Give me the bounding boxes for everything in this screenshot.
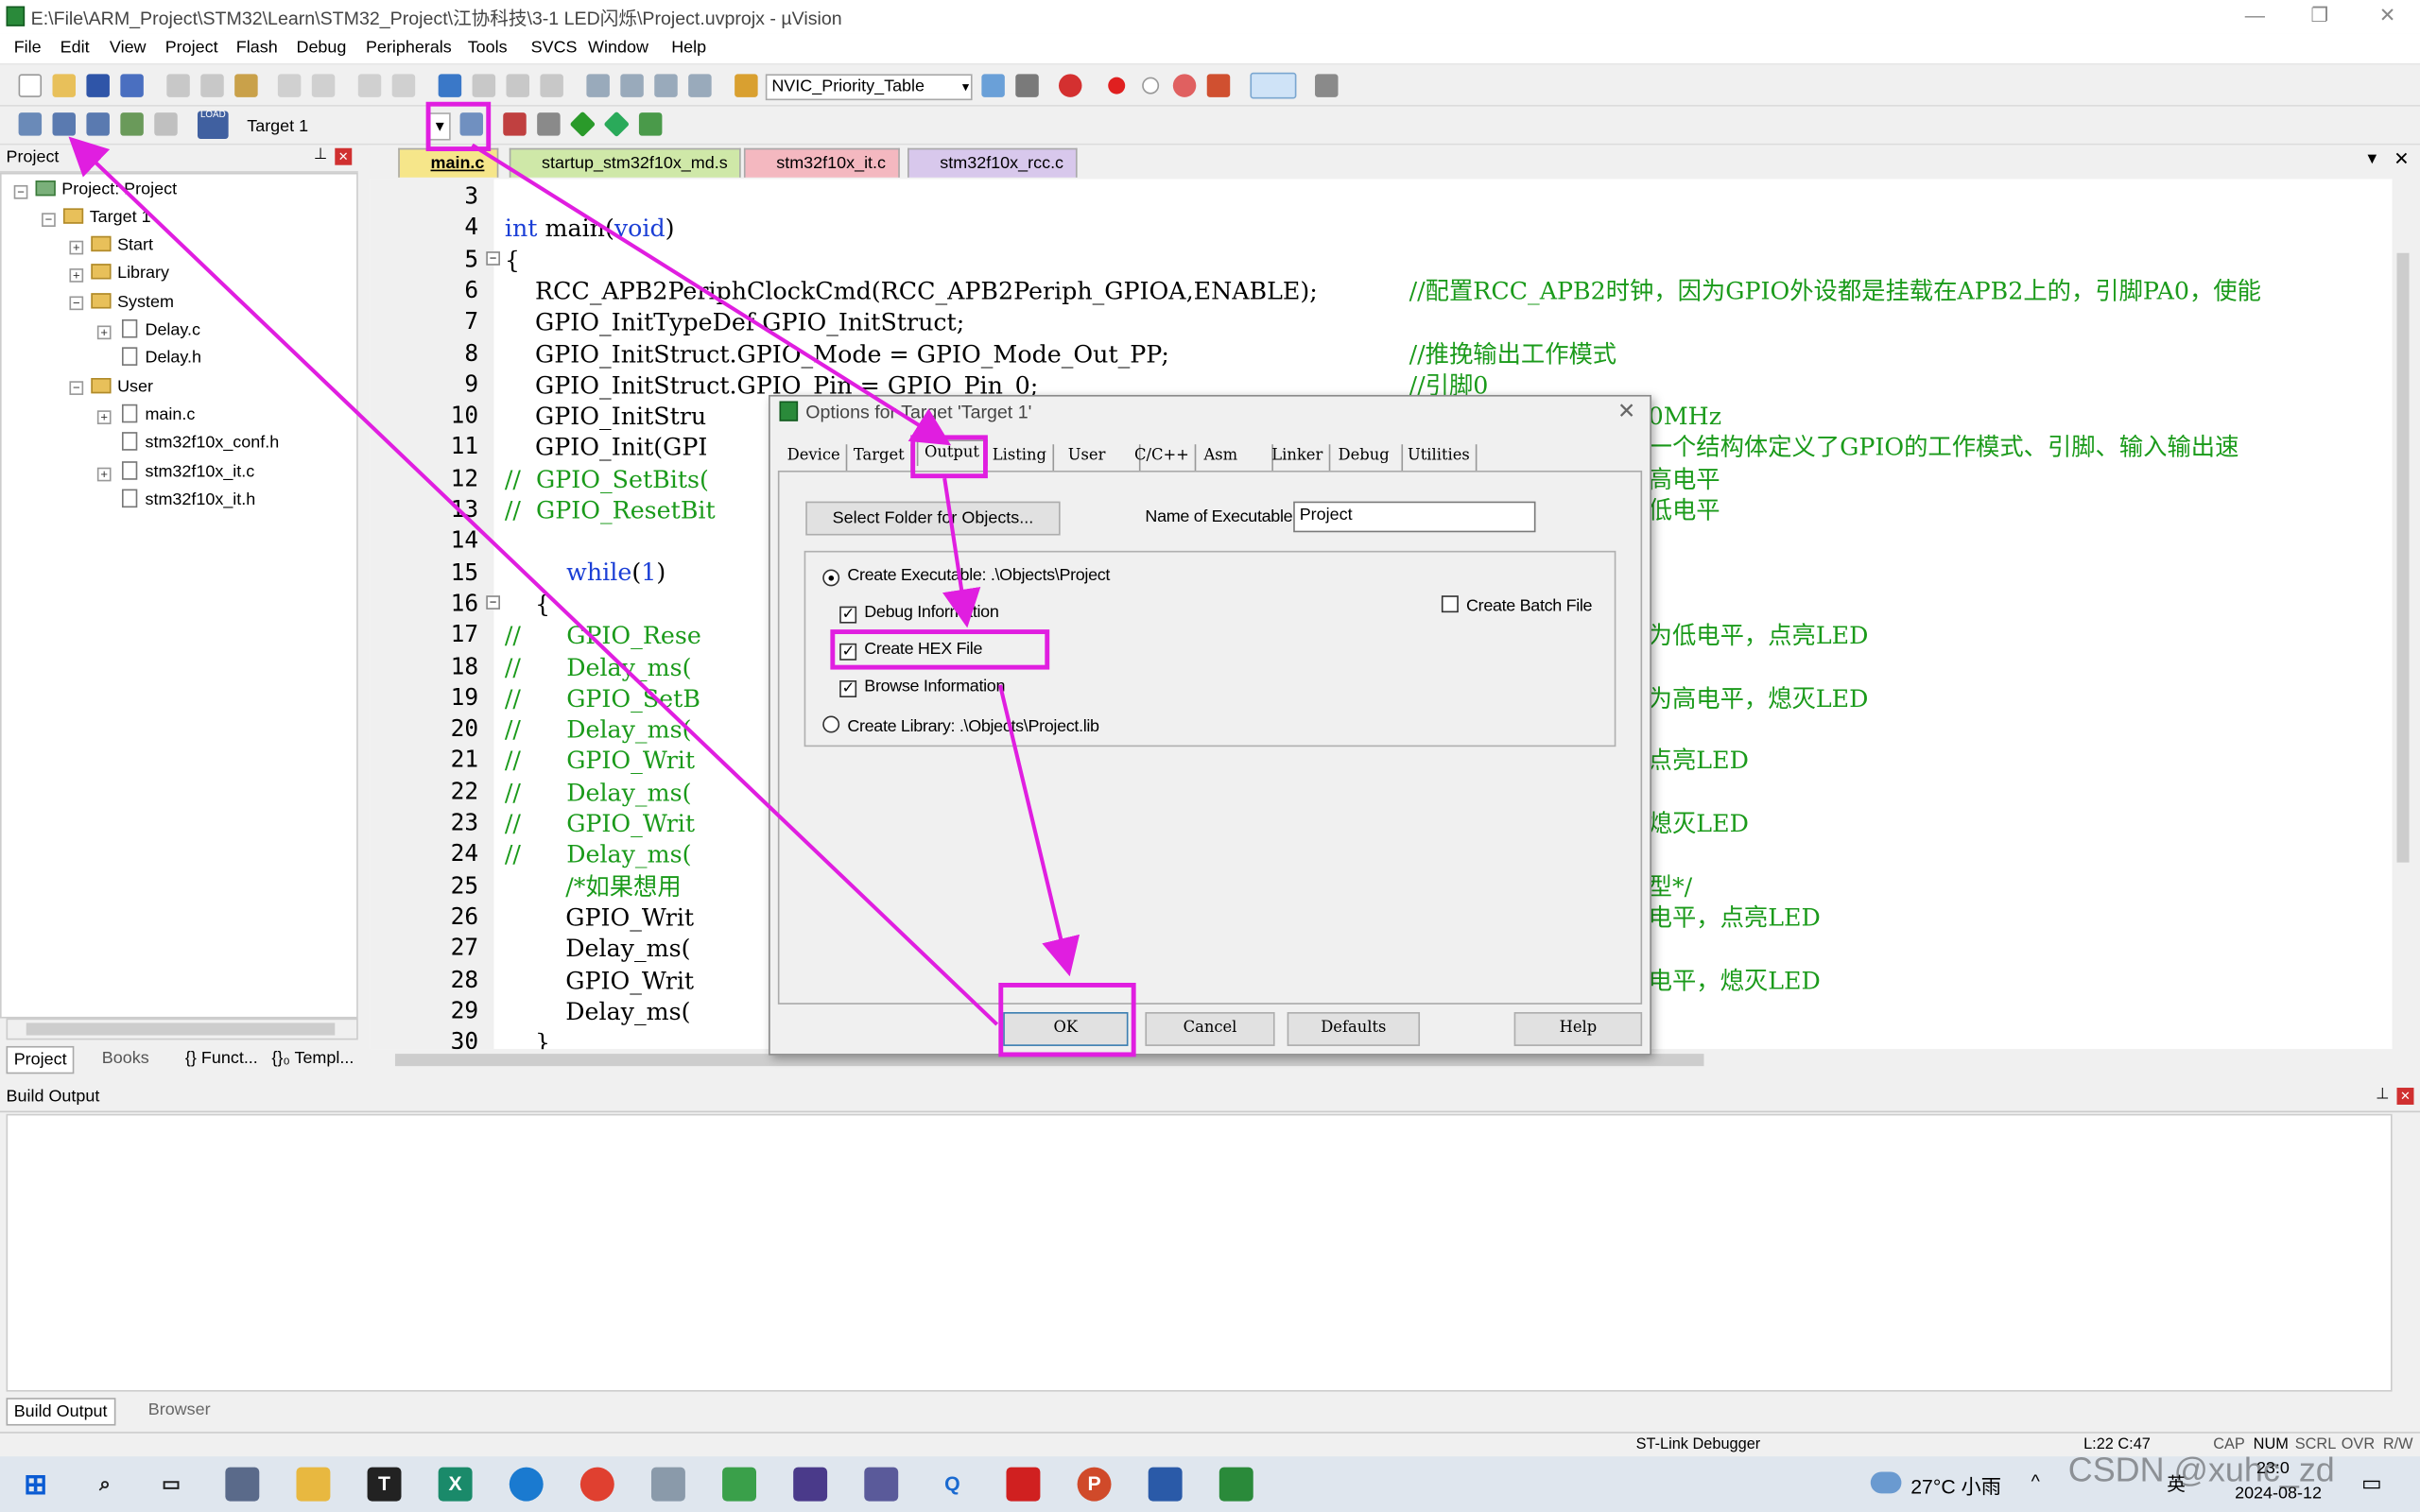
arrow-to-create-hex: [942, 477, 981, 628]
powerpoint-icon[interactable]: P: [1077, 1467, 1112, 1502]
edge-icon[interactable]: [509, 1467, 544, 1502]
app-icon-grid[interactable]: [864, 1467, 899, 1502]
start-icon[interactable]: ⊞: [19, 1468, 53, 1502]
taskbar: ⊞ ⌕ ▭ T X Q P 27°C 小雨 ^ 英 23:0 2024-08-1…: [0, 1451, 2420, 1512]
watermark: CSDN @xuhc_zd: [2067, 1450, 2335, 1489]
search-icon[interactable]: ⌕: [88, 1468, 122, 1502]
pdf-icon[interactable]: [1006, 1467, 1041, 1502]
arrow-to-output-tab: [471, 143, 952, 446]
tex-icon[interactable]: [793, 1467, 828, 1502]
magnifier-icon[interactable]: Q: [935, 1468, 969, 1502]
task-view-icon[interactable]: ▭: [154, 1468, 188, 1502]
file-explorer-icon[interactable]: [296, 1467, 331, 1502]
app-icon-green[interactable]: [722, 1467, 756, 1502]
arrow-to-build: [68, 136, 999, 1026]
xmind-icon[interactable]: X: [438, 1467, 473, 1502]
keil-icon[interactable]: [1219, 1467, 1253, 1502]
annotation-arrows: [68, 136, 1080, 1026]
chevron-up-icon[interactable]: ^: [2031, 1470, 2040, 1492]
weather-icon[interactable]: [1870, 1471, 1902, 1494]
uvision-window: E:\File\ARM_Project\STM32\Learn\STM32_Pr…: [0, 0, 2420, 1512]
app-icon-gear[interactable]: [650, 1467, 685, 1502]
weather-text[interactable]: 27°C 小雨: [1910, 1470, 2001, 1500]
typora-icon[interactable]: T: [367, 1467, 402, 1502]
notification-icon[interactable]: ▭: [2361, 1470, 2382, 1497]
calculator-icon[interactable]: [225, 1467, 260, 1502]
arrow-to-ok: [997, 684, 1080, 977]
uvision-taskbar-icon[interactable]: [1148, 1467, 1183, 1502]
chrome-icon[interactable]: [579, 1467, 614, 1502]
